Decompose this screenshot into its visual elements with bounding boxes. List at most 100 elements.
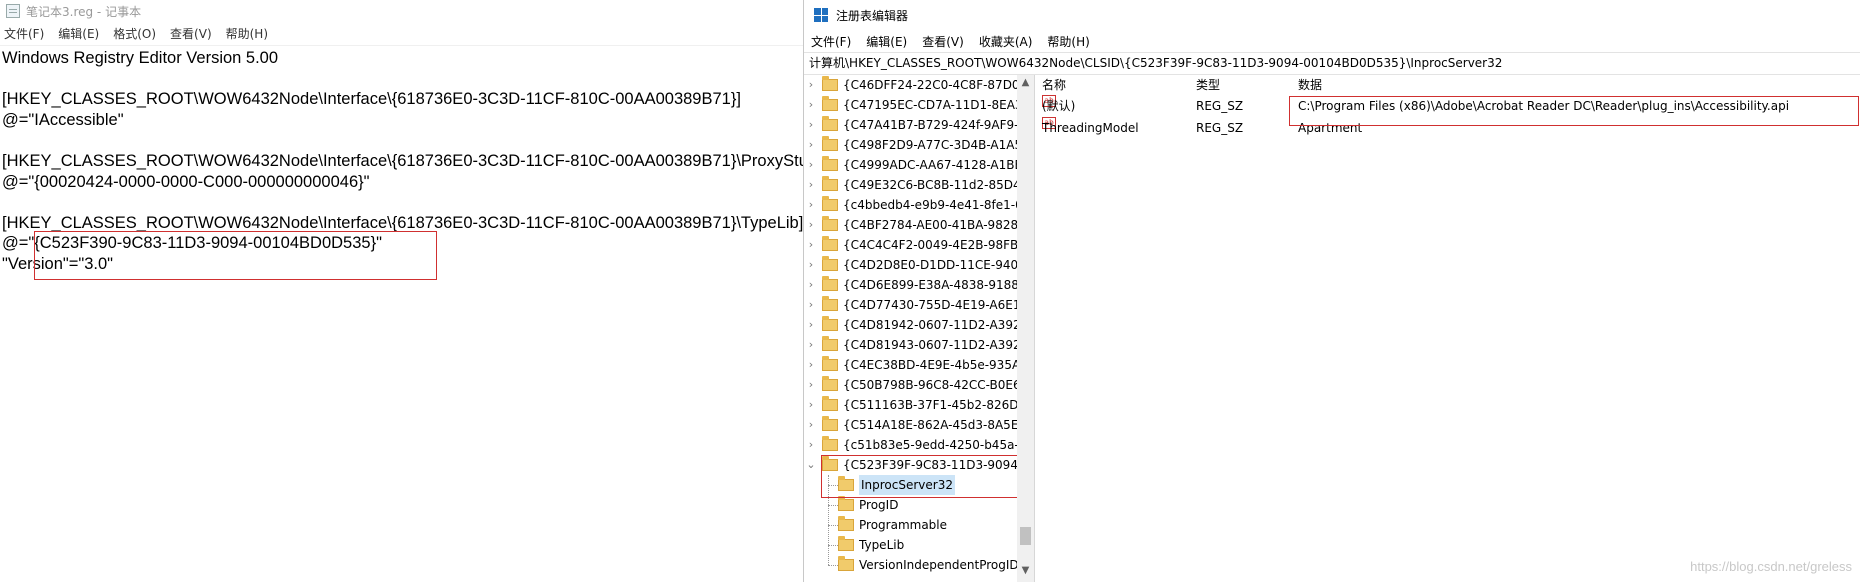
chevron-right-icon[interactable]: › bbox=[804, 95, 818, 115]
chevron-right-icon[interactable]: › bbox=[804, 255, 818, 275]
value-type: REG_SZ bbox=[1196, 121, 1244, 135]
folder-icon bbox=[822, 156, 838, 171]
tree-item[interactable]: › {C4EC38BD-4E9E-4b5e-935A-D1B bbox=[804, 355, 1034, 375]
scroll-up-icon[interactable]: ▲ bbox=[1017, 77, 1034, 88]
regedit-menubar: 文件(F) 编辑(E) 查看(V) 收藏夹(A) 帮助(H) bbox=[804, 30, 1860, 52]
tree-connector bbox=[828, 475, 829, 565]
column-data-header[interactable]: 数据 bbox=[1298, 75, 1322, 95]
tree-item[interactable]: › {C4D2D8E0-D1DD-11CE-940F-008 bbox=[804, 255, 1034, 275]
watermark: https://blog.csdn.net/greless bbox=[1690, 559, 1852, 574]
tree-item[interactable]: › {C47195EC-CD7A-11D1-8EA3-00C bbox=[804, 95, 1034, 115]
chevron-right-icon[interactable]: › bbox=[804, 295, 818, 315]
notepad-menu-format[interactable]: 格式(O) bbox=[113, 25, 156, 42]
folder-icon bbox=[822, 356, 838, 371]
folder-icon bbox=[822, 136, 838, 151]
value-name: ThreadingModel bbox=[1042, 121, 1139, 135]
chevron-right-icon[interactable]: › bbox=[804, 215, 818, 235]
notepad-menubar: 文件(F) 编辑(E) 格式(O) 查看(V) 帮助(H) bbox=[0, 22, 805, 44]
notepad-window: 笔记本3.reg - 记事本 文件(F) 编辑(E) 格式(O) 查看(V) 帮… bbox=[0, 0, 877, 582]
tree-item[interactable]: › {C4D81943-0607-11D2-A392-00E0 bbox=[804, 335, 1034, 355]
tree-item[interactable]: › {C498F2D9-A77C-3D4B-A1A5-12C bbox=[804, 135, 1034, 155]
tree-subitem-selected[interactable]: InprocServer32 bbox=[834, 475, 955, 495]
text-line bbox=[0, 192, 805, 213]
tree-item[interactable]: › {C4D77430-755D-4E19-A6E1-AA8 bbox=[804, 295, 1034, 315]
tree-subitem[interactable]: ProgID bbox=[834, 495, 898, 515]
tree-subitem[interactable]: Programmable bbox=[834, 515, 947, 535]
tree-item[interactable]: › {C49E32C6-BC8B-11d2-85D4-001 bbox=[804, 175, 1034, 195]
scrollbar-thumb[interactable] bbox=[1020, 527, 1031, 545]
tree-scrollbar[interactable]: ▲ ▼ bbox=[1017, 75, 1034, 582]
folder-icon bbox=[822, 76, 838, 91]
chevron-right-icon[interactable]: › bbox=[804, 395, 818, 415]
folder-icon bbox=[838, 516, 854, 531]
folder-icon bbox=[838, 556, 854, 571]
folder-icon bbox=[822, 256, 838, 271]
chevron-right-icon[interactable]: › bbox=[804, 175, 818, 195]
tree-item[interactable]: › {C511163B-37F1-45b2-826D-336F bbox=[804, 395, 1034, 415]
folder-icon bbox=[838, 476, 854, 491]
column-name-header[interactable]: 名称 bbox=[1042, 75, 1066, 95]
tree-item[interactable]: ›{C46DFF24-22C0-4C8F-87D0-5CAD bbox=[804, 75, 1034, 95]
chevron-down-icon[interactable]: ⌄ bbox=[804, 455, 818, 475]
folder-icon bbox=[822, 396, 838, 411]
chevron-right-icon[interactable]: › bbox=[804, 195, 818, 215]
scroll-down-icon[interactable]: ▼ bbox=[1017, 565, 1034, 576]
folder-icon bbox=[822, 196, 838, 211]
chevron-right-icon[interactable]: › bbox=[804, 315, 818, 335]
notepad-menu-edit[interactable]: 编辑(E) bbox=[58, 25, 99, 42]
chevron-right-icon[interactable]: › bbox=[804, 115, 818, 135]
values-header: 名称 类型 数据 bbox=[1036, 75, 1860, 95]
notepad-icon bbox=[6, 4, 20, 18]
value-row[interactable]: ab ThreadingModel REG_SZ Apartment bbox=[1036, 117, 1860, 139]
notepad-title: 笔记本3.reg - 记事本 bbox=[26, 4, 142, 19]
notepad-titlebar[interactable]: 笔记本3.reg - 记事本 bbox=[0, 0, 805, 22]
chevron-right-icon[interactable]: › bbox=[804, 155, 818, 175]
values-pane[interactable]: 名称 类型 数据 ab (默认) REG_SZ C:\Program Files … bbox=[1036, 75, 1860, 582]
tree-item[interactable]: › {c4bbedb4-e9b9-4e41-8fe1-0786 bbox=[804, 195, 1034, 215]
regedit-menu-view[interactable]: 查看(V) bbox=[922, 33, 964, 50]
chevron-right-icon[interactable]: › bbox=[804, 355, 818, 375]
chevron-right-icon[interactable]: › bbox=[804, 435, 818, 455]
regedit-menu-file[interactable]: 文件(F) bbox=[811, 33, 851, 50]
value-row[interactable]: ab (默认) REG_SZ C:\Program Files (x86)\Ado… bbox=[1036, 95, 1860, 117]
tree-subitem[interactable]: TypeLib bbox=[834, 535, 904, 555]
address-bar[interactable]: 计算机\HKEY_CLASSES_ROOT\WOW6432Node\CLSID\… bbox=[804, 52, 1860, 75]
tree-item[interactable]: › {C4D81942-0607-11D2-A392-00E0 bbox=[804, 315, 1034, 335]
tree-item[interactable]: › {C4BF2784-AE00-41BA-9828-9C95 bbox=[804, 215, 1034, 235]
tree-item[interactable]: › {c51b83e5-9edd-4250-b45a-da67 bbox=[804, 435, 1034, 455]
tree-item[interactable]: › {C50B798B-96C8-42CC-B0E6-389B bbox=[804, 375, 1034, 395]
folder-icon bbox=[822, 236, 838, 251]
chevron-right-icon[interactable]: › bbox=[804, 375, 818, 395]
tree-item[interactable]: › {C4C4C4F2-0049-4E2B-98FB-9537 bbox=[804, 235, 1034, 255]
chevron-right-icon[interactable]: › bbox=[804, 275, 818, 295]
chevron-right-icon[interactable]: › bbox=[804, 75, 818, 95]
text-line: [HKEY_CLASSES_ROOT\WOW6432Node\Interface… bbox=[2, 151, 877, 170]
tree-item[interactable]: › {C4999ADC-AA67-4128-A1BE-652 bbox=[804, 155, 1034, 175]
column-type-header[interactable]: 类型 bbox=[1196, 75, 1220, 95]
notepad-menu-view[interactable]: 查看(V) bbox=[170, 25, 212, 42]
regedit-titlebar[interactable]: 注册表编辑器 bbox=[804, 0, 1860, 30]
key-tree-pane[interactable]: ›{C46DFF24-22C0-4C8F-87D0-5CAD ›{C47195E… bbox=[804, 75, 1035, 582]
regedit-menu-edit[interactable]: 编辑(E) bbox=[866, 33, 907, 50]
chevron-right-icon[interactable]: › bbox=[804, 235, 818, 255]
notepad-text-area[interactable]: Windows Registry Editor Version 5.00 [HK… bbox=[0, 45, 877, 275]
text-line bbox=[0, 69, 805, 90]
regedit-menu-favorites[interactable]: 收藏夹(A) bbox=[979, 33, 1033, 50]
notepad-menu-file[interactable]: 文件(F) bbox=[4, 25, 44, 42]
chevron-right-icon[interactable]: › bbox=[804, 335, 818, 355]
text-line: "Version"="3.0" bbox=[2, 254, 114, 273]
chevron-right-icon[interactable]: › bbox=[804, 415, 818, 435]
folder-icon bbox=[838, 536, 854, 551]
text-line: @="IAccessible" bbox=[2, 110, 124, 129]
regedit-icon bbox=[814, 8, 828, 22]
tree-item-expanded[interactable]: ⌄ {C523F39F-9C83-11D3-9094-0010 bbox=[804, 455, 1034, 475]
folder-icon bbox=[822, 276, 838, 291]
tree-item[interactable]: › {C4D6E899-E38A-4838-9188-0B98 bbox=[804, 275, 1034, 295]
tree-item[interactable]: › {C47A41B7-B729-424f-9AF9-5CB3 bbox=[804, 115, 1034, 135]
chevron-right-icon[interactable]: › bbox=[804, 135, 818, 155]
regedit-menu-help[interactable]: 帮助(H) bbox=[1047, 33, 1089, 50]
regedit-title: 注册表编辑器 bbox=[836, 8, 909, 23]
tree-subitem[interactable]: VersionIndependentProgID bbox=[834, 555, 1019, 575]
tree-item[interactable]: › {C514A18E-862A-45d3-8A5E-62CF bbox=[804, 415, 1034, 435]
notepad-menu-help[interactable]: 帮助(H) bbox=[226, 25, 268, 42]
